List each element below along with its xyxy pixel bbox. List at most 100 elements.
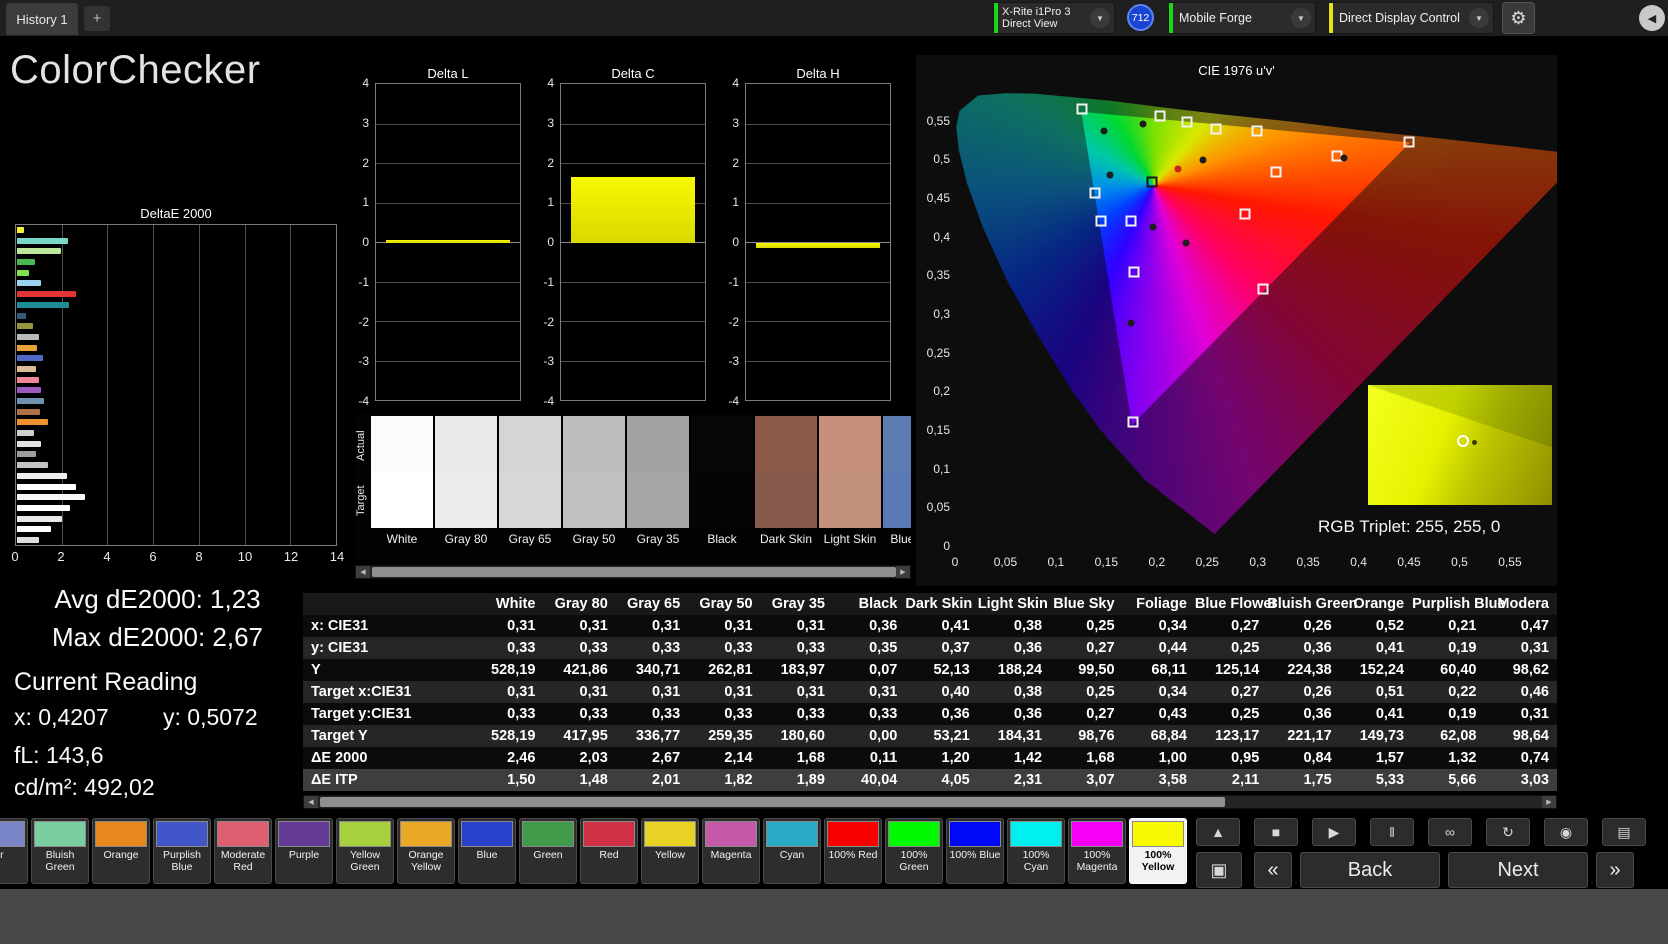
patch-swatch: White — [371, 416, 433, 546]
table-cell: 53,21 — [933, 728, 970, 744]
scroll-right-icon[interactable]: ▶ — [1542, 796, 1556, 808]
chevron-down-icon[interactable]: ▼ — [1090, 8, 1110, 28]
top-bar: History 1 + X-Rite i1Pro 3 Direct View ▼… — [0, 0, 1668, 37]
add-tab-button[interactable]: + — [84, 6, 110, 31]
scroll-left-icon[interactable]: ◀ — [356, 566, 370, 578]
deltae-bar — [17, 462, 48, 469]
loop-button[interactable]: ↻ — [1486, 818, 1530, 846]
scrollbar-thumb[interactable] — [372, 567, 896, 577]
next-page-button[interactable]: » — [1596, 852, 1634, 888]
table-cell: 98,76 — [1078, 728, 1115, 744]
table-cell: 0,33 — [724, 706, 753, 722]
chevron-down-icon[interactable]: ▼ — [1469, 8, 1489, 28]
record-button[interactable]: ◉ — [1544, 818, 1588, 846]
cie-target-marker — [1127, 416, 1139, 428]
scrollbar-thumb[interactable] — [320, 797, 1225, 807]
table-scrollbar[interactable]: ◀ ▶ — [303, 795, 1557, 809]
table-cell: 1,89 — [796, 772, 825, 788]
next-button[interactable]: Next — [1448, 852, 1588, 888]
palette-button[interactable]: Moderate Red — [214, 818, 272, 884]
patch-marker-ring — [1457, 435, 1469, 447]
table-row: Target Y 528,19 417,95 336,77 259,35 180,60 0,… — [303, 725, 1557, 747]
layout-button[interactable]: ▤ — [1602, 818, 1646, 846]
scroll-left-icon[interactable]: ◀ — [304, 796, 318, 808]
back-button[interactable]: Back — [1300, 852, 1440, 888]
deltae-bar — [17, 237, 69, 244]
palette-button[interactable]: Cyan — [763, 818, 821, 884]
chevron-down-icon[interactable]: ▼ — [1291, 8, 1311, 28]
tab-history-1[interactable]: History 1 — [6, 3, 78, 35]
table-cell: 0,33 — [507, 640, 536, 656]
deltae-plot — [15, 224, 337, 546]
palette-label: Cyan — [779, 849, 805, 861]
meter-dropdown[interactable]: X-Rite i1Pro 3 Direct View ▼ — [993, 2, 1115, 34]
deltae-bars — [17, 227, 335, 543]
lch-gridline — [376, 163, 520, 164]
swatch-target — [499, 472, 561, 528]
patch-swatch: Blue Sky — [883, 416, 911, 546]
table-cell: 5,66 — [1448, 772, 1477, 788]
palette-button[interactable]: Purplish Blue — [153, 818, 211, 884]
table-cell: 40,04 — [861, 772, 898, 788]
cie-measurement-dot — [1340, 154, 1348, 162]
table-cell: 60,40 — [1440, 662, 1477, 678]
cie-target-marker — [1270, 166, 1282, 178]
palette-button[interactable]: Blue — [458, 818, 516, 884]
page-title: ColorChecker — [10, 48, 261, 92]
swatch-actual — [819, 416, 881, 472]
continuous-button[interactable]: ∞ — [1428, 818, 1472, 846]
palette-button[interactable]: 100% Green — [885, 818, 943, 884]
cie-title: CIE 1976 u'v' — [1198, 63, 1275, 78]
collapse-up-button[interactable]: ▲ — [1196, 818, 1240, 846]
table-cell: 183,97 — [780, 662, 825, 678]
palette-button[interactable]: Yellow — [641, 818, 699, 884]
palette-button[interactable]: 100% Magenta — [1068, 818, 1126, 884]
palette-button[interactable]: 100% Cyan — [1007, 818, 1065, 884]
table-cell: 188,24 — [997, 662, 1043, 678]
palette-button[interactable]: Orange — [92, 818, 150, 884]
stop-button[interactable]: ■ — [1254, 818, 1298, 846]
cie-x-tick-label: 0,4 — [1350, 555, 1367, 569]
palette-button[interactable]: Yellow Green — [336, 818, 394, 884]
palette-button[interactable]: Orange Yellow — [397, 818, 455, 884]
cie-x-tick-label: 0,55 — [1498, 555, 1522, 569]
table-cell: 98,64 — [1512, 728, 1549, 744]
scroll-right-icon[interactable]: ▶ — [896, 566, 910, 578]
collapse-panel-icon[interactable]: ◀ — [1639, 5, 1665, 31]
table-cell: 262,81 — [708, 662, 753, 678]
swatch-target — [371, 472, 433, 528]
display-control-dropdown[interactable]: Direct Display Control ▼ — [1328, 2, 1494, 34]
table-row-label: ΔE ITP — [311, 772, 358, 788]
palette-button[interactable]: Red — [580, 818, 638, 884]
bottom-strip — [0, 889, 1668, 944]
palette-button[interactable]: 100% Red — [824, 818, 882, 884]
swatch-scrollbar[interactable]: ◀ ▶ — [355, 565, 911, 579]
pause-button[interactable]: ‖ — [1370, 818, 1414, 846]
table-cell: 528,19 — [491, 728, 536, 744]
display-window-button[interactable]: ▣ — [1196, 852, 1242, 888]
deltae-tick-label: 6 — [149, 549, 157, 564]
palette-button[interactable]: Magenta — [702, 818, 760, 884]
deltae-bar — [17, 451, 37, 458]
lch-tick-label: 1 — [547, 195, 554, 210]
cie-y-tick-label: 0,1 — [933, 461, 950, 476]
palette-button[interactable]: 100% Blue — [946, 818, 1004, 884]
palette-label: Purple — [288, 849, 320, 861]
palette-button[interactable]: Purple — [275, 818, 333, 884]
delta-c-plot — [560, 83, 706, 401]
palette-button[interactable]: er — [0, 818, 28, 884]
palette-button[interactable]: 100% Yellow — [1129, 818, 1187, 884]
table-header-cell: Purplish Blue — [1412, 596, 1506, 612]
prev-page-button[interactable]: « — [1254, 852, 1292, 888]
table-cell: 98,62 — [1512, 662, 1549, 678]
table-row: ΔE ITP 1,50 1,48 2,01 1,82 1,89 40,04 4,05 2,31 3… — [303, 769, 1557, 791]
gear-icon[interactable]: ⚙ — [1502, 2, 1535, 34]
palette-swatch — [827, 821, 879, 847]
deltae-bar — [17, 536, 39, 543]
play-button[interactable]: ▶ — [1312, 818, 1356, 846]
palette-button[interactable]: Bluish Green — [31, 818, 89, 884]
palette-button[interactable]: Green — [519, 818, 577, 884]
palette-label: 100% Yellow — [1141, 849, 1175, 873]
deltae-bar — [17, 344, 38, 351]
source-dropdown[interactable]: Mobile Forge ▼ — [1168, 2, 1316, 34]
